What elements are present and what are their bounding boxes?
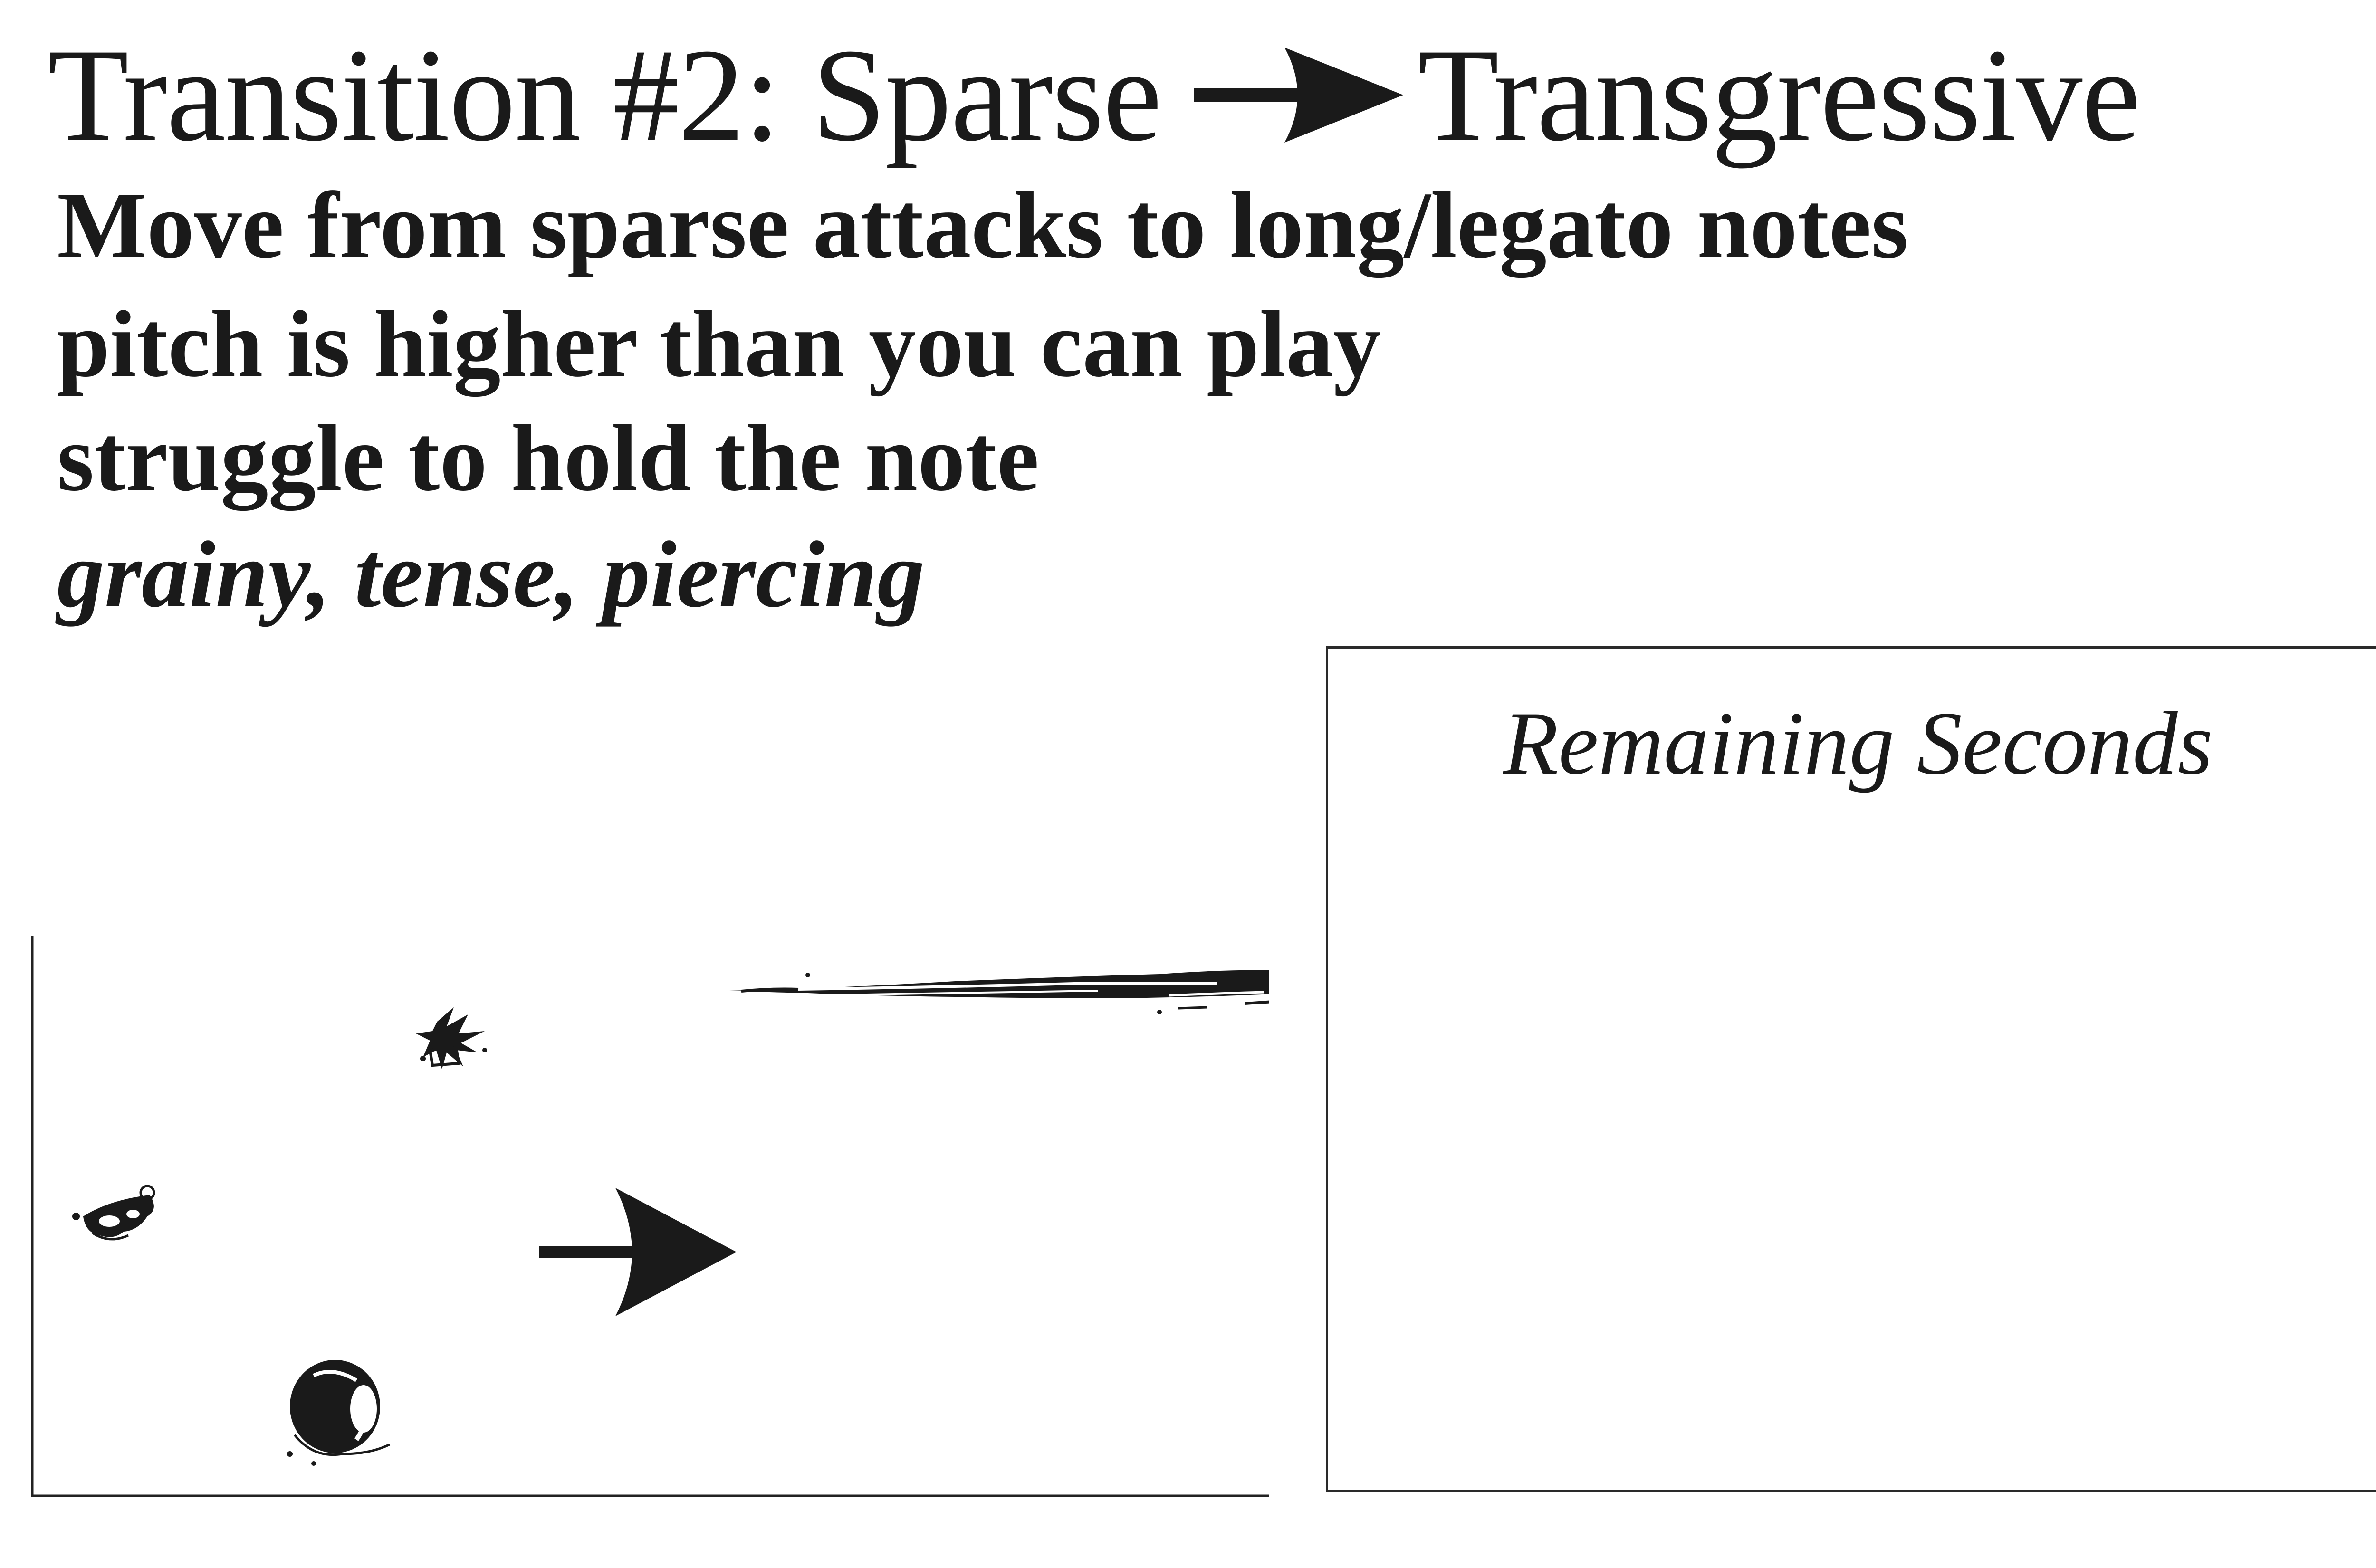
instruction-qualities: grainy, tense, piercing <box>57 522 925 627</box>
instruction-line-3: struggle to hold the note <box>57 406 1039 511</box>
instruction-line-2: pitch is higher than you can play <box>57 292 1381 397</box>
timer-panel: Remaining Seconds <box>1326 646 2376 1492</box>
title-from: Transition #2: Sparse <box>48 21 1162 169</box>
splatter-small-mark <box>72 1185 155 1241</box>
right-arrow-icon <box>539 1188 737 1316</box>
ink-blot-mark <box>287 1360 391 1466</box>
title-to: Transgressive <box>1418 21 2140 169</box>
graphic-score <box>29 936 1269 1497</box>
legato-brush-stroke <box>729 970 1269 1014</box>
splatter-spiky-mark <box>416 1007 487 1069</box>
page-title: Transition #2: Sparse Transgressive <box>48 21 2141 169</box>
right-arrow-icon <box>1194 43 1404 147</box>
instruction-line-1: Move from sparse attacks to long/legato … <box>57 173 1908 278</box>
timer-label: Remaining Seconds <box>1503 694 2213 794</box>
